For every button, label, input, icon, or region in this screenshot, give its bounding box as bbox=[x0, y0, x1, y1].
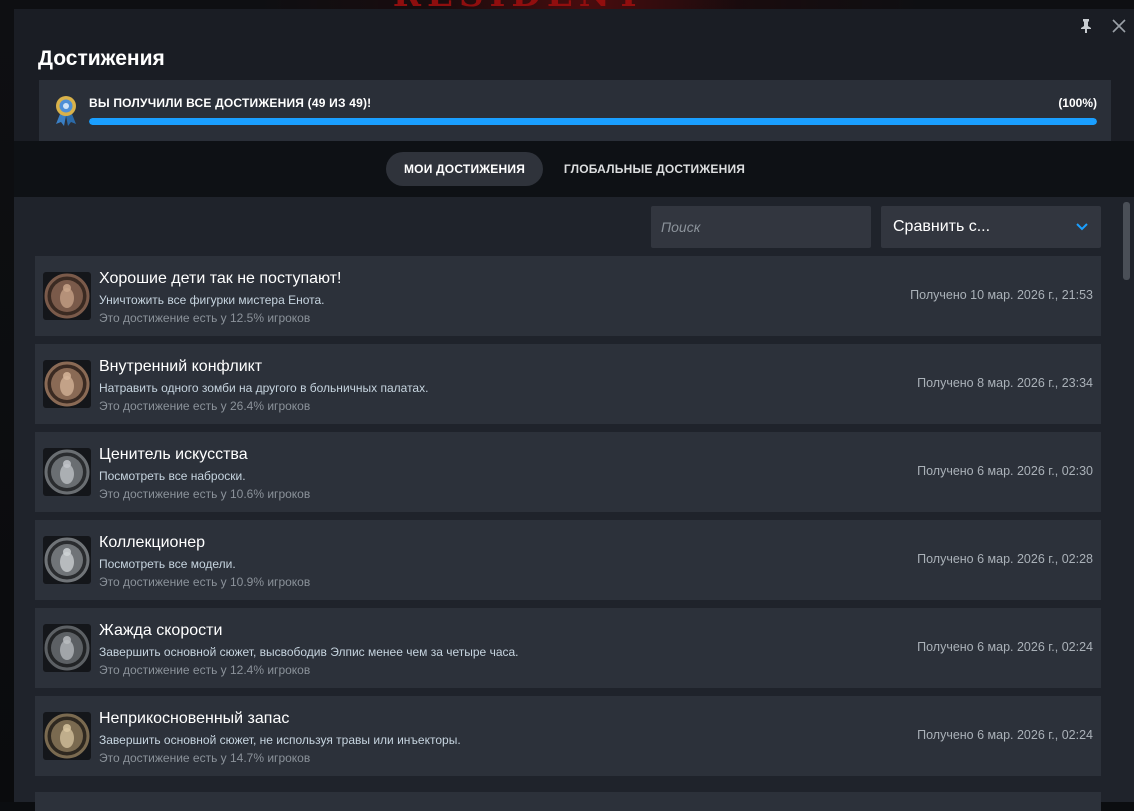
achievement-rarity: Это достижение есть у 12.5% игроков bbox=[99, 311, 311, 325]
picture-frame-icon bbox=[43, 448, 91, 496]
tab-my-achievements[interactable]: МОИ ДОСТИЖЕНИЯ bbox=[386, 152, 543, 186]
medal-icon bbox=[53, 94, 79, 126]
achievement-description: Натравить одного зомби на другого в боль… bbox=[99, 381, 429, 395]
progress-percent: (100%) bbox=[1058, 96, 1097, 110]
achievement-name: Жажда скорости bbox=[99, 622, 223, 639]
achievement-unlock-date: Получено 8 мар. 2026 г., 23:34 bbox=[917, 376, 1093, 390]
achievement-unlock-date: Получено 10 мар. 2026 г., 21:53 bbox=[910, 288, 1093, 302]
timer-icon bbox=[43, 624, 91, 672]
achievement-unlock-date: Получено 6 мар. 2026 г., 02:24 bbox=[917, 640, 1093, 654]
zombie-patient-icon bbox=[43, 360, 91, 408]
progress-bar-fill bbox=[89, 118, 1097, 125]
achievement-description: Посмотреть все наброски. bbox=[99, 469, 246, 483]
pin-icon[interactable] bbox=[1078, 17, 1094, 35]
compare-label: Сравнить с... bbox=[893, 218, 991, 235]
achievement-rarity: Это достижение есть у 10.6% игроков bbox=[99, 487, 311, 501]
progress-panel: ВЫ ПОЛУЧИЛИ ВСЕ ДОСТИЖЕНИЯ (49 ИЗ 49)! (… bbox=[39, 80, 1111, 141]
achievement-item[interactable]: Жажда скорости Завершить основной сюжет, … bbox=[35, 608, 1101, 688]
achievement-description: Завершить основной сюжет, не используя т… bbox=[99, 733, 461, 747]
achievement-rarity: Это достижение есть у 12.4% игроков bbox=[99, 663, 311, 677]
achievement-rarity: Это достижение есть у 10.9% игроков bbox=[99, 575, 311, 589]
achievement-item[interactable]: Неприкосновенный запас Завершить основной… bbox=[35, 696, 1101, 776]
figure-bust-icon bbox=[43, 536, 91, 584]
achievement-description: Уничтожить все фигурки мистера Енота. bbox=[99, 293, 325, 307]
achievement-name: Ценитель искусства bbox=[99, 446, 248, 463]
herb-icon bbox=[43, 712, 91, 760]
compare-dropdown[interactable]: Сравнить с... bbox=[881, 206, 1101, 248]
achievement-item[interactable]: Ценитель искусства Посмотреть все наброск… bbox=[35, 432, 1101, 512]
achievement-item[interactable]: Коллекционер Посмотреть все модели. Это до… bbox=[35, 520, 1101, 600]
achievement-description: Посмотреть все модели. bbox=[99, 557, 236, 571]
achievement-unlock-date: Получено 6 мар. 2026 г., 02:30 bbox=[917, 464, 1093, 478]
scrollbar[interactable] bbox=[1123, 202, 1130, 280]
achievements-modal: Достижения ВЫ ПОЛУЧИЛИ ВСЕ ДОСТИЖЕНИЯ (4… bbox=[14, 9, 1134, 811]
achievement-name: Хорошие дети так не поступают! bbox=[99, 270, 342, 287]
search-field[interactable] bbox=[651, 206, 871, 248]
progress-bar bbox=[89, 118, 1097, 125]
achievement-name: Коллекционер bbox=[99, 534, 206, 551]
achievement-description: Завершить основной сюжет, высвободив Элп… bbox=[99, 645, 519, 659]
achievement-name: Внутренний конфликт bbox=[99, 358, 263, 375]
raccoon-figurine-icon bbox=[43, 272, 91, 320]
tab-global-achievements[interactable]: ГЛОБАЛЬНЫЕ ДОСТИЖЕНИЯ bbox=[545, 152, 764, 186]
search-input[interactable] bbox=[651, 206, 871, 248]
achievement-item[interactable]: Хорошие дети так не поступают! Уничтожить… bbox=[35, 256, 1101, 336]
achievement-rarity: Это достижение есть у 14.7% игроков bbox=[99, 751, 311, 765]
close-icon[interactable] bbox=[1110, 17, 1128, 35]
achievement-rarity: Это достижение есть у 26.4% игроков bbox=[99, 399, 311, 413]
tabs-bar: МОИ ДОСТИЖЕНИЯ ГЛОБАЛЬНЫЕ ДОСТИЖЕНИЯ bbox=[14, 141, 1134, 197]
achievement-unlock-date: Получено 6 мар. 2026 г., 02:24 bbox=[917, 728, 1093, 742]
progress-label: ВЫ ПОЛУЧИЛИ ВСЕ ДОСТИЖЕНИЯ (49 ИЗ 49)! bbox=[89, 96, 372, 110]
achievement-item[interactable]: Внутренний конфликт Натравить одного зомб… bbox=[35, 344, 1101, 424]
achievement-unlock-date: Получено 6 мар. 2026 г., 02:28 bbox=[917, 552, 1093, 566]
achievement-list: Хорошие дети так не поступают! Уничтожить… bbox=[35, 256, 1101, 784]
achievement-name: Неприкосновенный запас bbox=[99, 710, 290, 727]
chevron-down-icon bbox=[1075, 220, 1089, 234]
page-title: Достижения bbox=[38, 47, 165, 70]
